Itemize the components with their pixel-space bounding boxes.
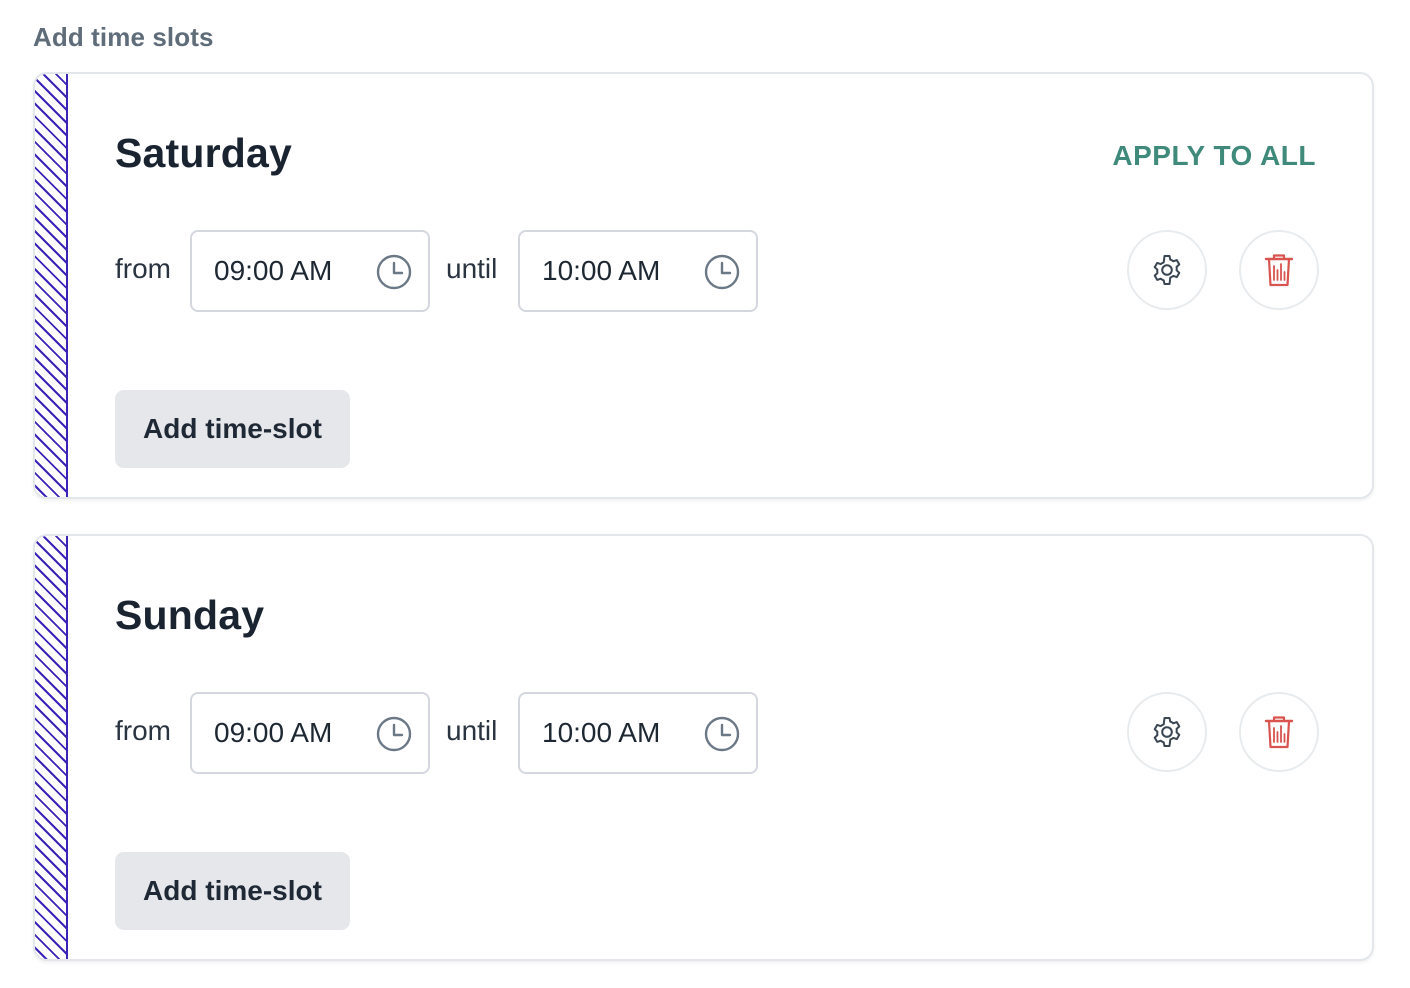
add-time-slot-button[interactable]: Add time-slot xyxy=(115,852,350,930)
add-time-slot-button[interactable]: Add time-slot xyxy=(115,390,350,468)
until-label: until xyxy=(446,715,498,746)
trash-icon xyxy=(1264,716,1294,749)
clock-icon[interactable] xyxy=(375,253,413,291)
from-label: from xyxy=(115,715,171,746)
card-hatch-stripe xyxy=(35,536,68,959)
section-title: Add time slots xyxy=(33,22,214,52)
delete-slot-button[interactable] xyxy=(1239,692,1319,772)
from-label: from xyxy=(115,253,171,284)
trash-icon xyxy=(1264,254,1294,287)
gear-icon xyxy=(1153,717,1181,747)
day-card-saturday: Saturday APPLY TO ALL from until xyxy=(33,72,1374,499)
time-slot-row: from until xyxy=(115,230,1325,312)
until-time-field[interactable] xyxy=(518,692,758,774)
time-slot-row: from until xyxy=(115,692,1325,774)
until-time-field[interactable] xyxy=(518,230,758,312)
delete-slot-button[interactable] xyxy=(1239,230,1319,310)
until-label: until xyxy=(446,253,498,284)
card-hatch-stripe xyxy=(35,74,68,497)
apply-to-all-button[interactable]: APPLY TO ALL xyxy=(1112,140,1316,172)
day-title: Saturday xyxy=(115,130,293,176)
clock-icon[interactable] xyxy=(703,715,741,753)
clock-icon[interactable] xyxy=(375,715,413,753)
from-time-input[interactable] xyxy=(214,252,364,290)
slot-settings-button[interactable] xyxy=(1127,692,1207,772)
from-time-input[interactable] xyxy=(214,714,364,752)
clock-icon[interactable] xyxy=(703,253,741,291)
from-time-field[interactable] xyxy=(190,692,430,774)
until-time-input[interactable] xyxy=(542,714,692,752)
gear-icon xyxy=(1153,255,1181,285)
from-time-field[interactable] xyxy=(190,230,430,312)
until-time-input[interactable] xyxy=(542,252,692,290)
day-title: Sunday xyxy=(115,592,265,638)
day-card-sunday: Sunday from until xyxy=(33,534,1374,961)
slot-settings-button[interactable] xyxy=(1127,230,1207,310)
